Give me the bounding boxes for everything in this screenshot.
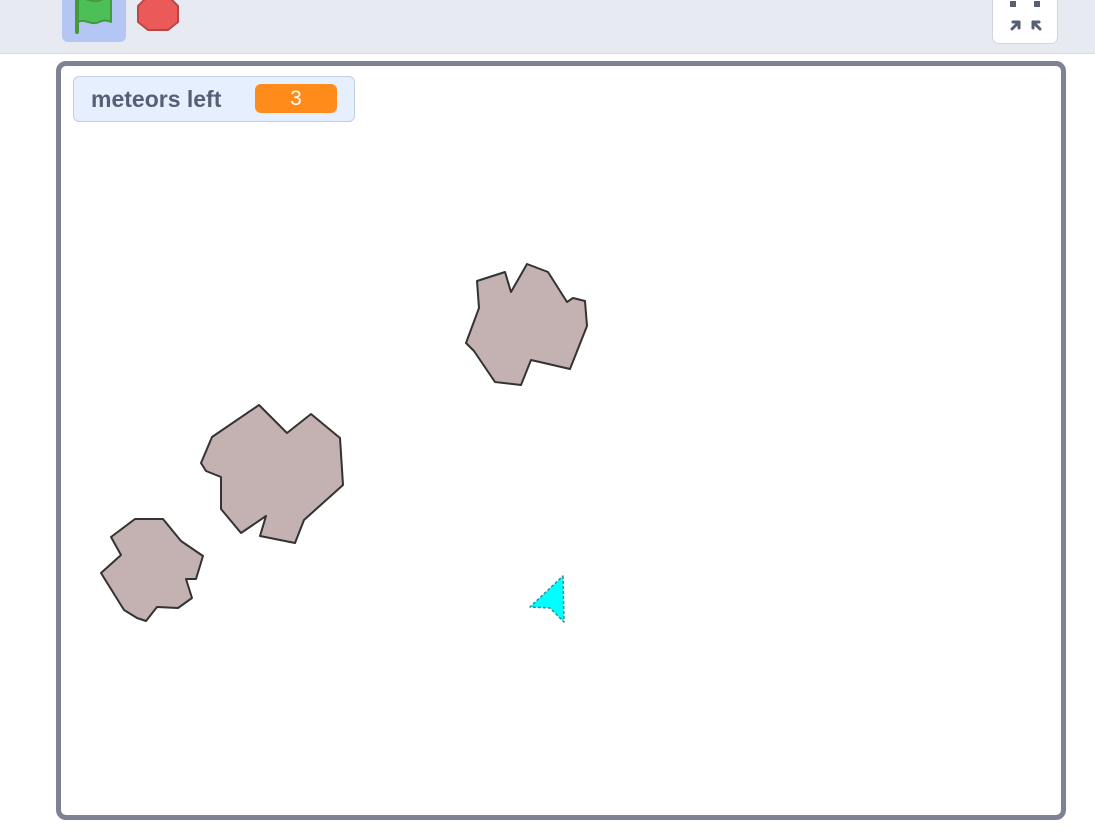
green-flag-icon — [75, 0, 112, 34]
sprite-layer — [100, 263, 588, 623]
stage-canvas[interactable]: meteors left 3 — [56, 61, 1066, 820]
stop-button[interactable] — [136, 0, 180, 34]
meteor-sprite[interactable] — [100, 518, 204, 622]
ship-sprite[interactable] — [529, 575, 565, 623]
exit-fullscreen-button[interactable] — [992, 0, 1058, 44]
exit-fullscreen-icon — [1010, 1, 1042, 31]
stage-toolbar — [0, 0, 1095, 54]
green-flag-button[interactable] — [62, 0, 126, 42]
stop-sign-icon — [137, 0, 179, 31]
meteor-sprite[interactable] — [465, 263, 588, 386]
meteor-sprite[interactable] — [200, 404, 344, 544]
